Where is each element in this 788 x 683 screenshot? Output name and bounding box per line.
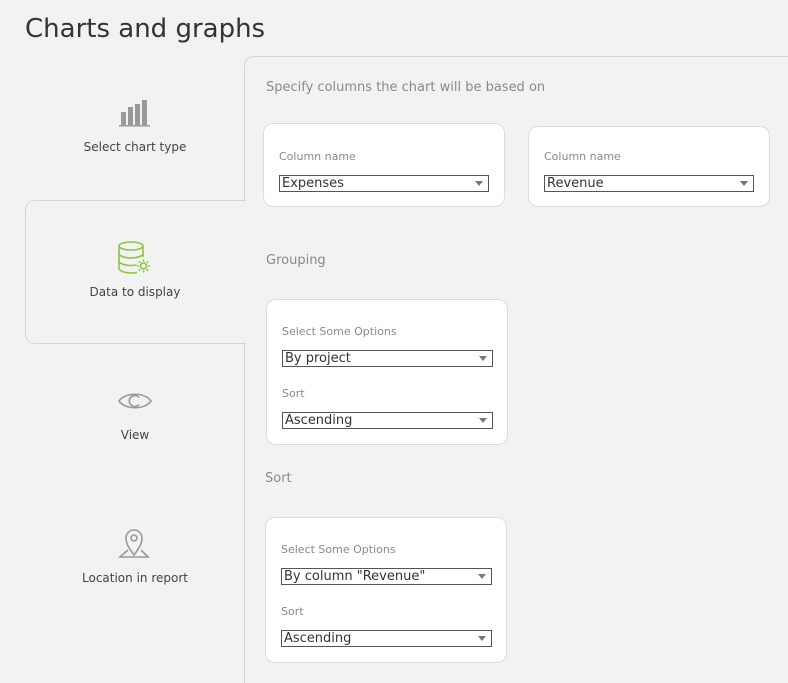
column-name-label: Column name [279,150,356,163]
step-label: Data to display [89,285,181,299]
columns-heading: Specify columns the chart will be based … [266,80,546,95]
sort-heading: Sort [265,471,292,486]
step-label: View [120,428,150,442]
grouping-sort-label: Sort [282,387,305,400]
column-select-revenue[interactable]: Revenue [544,175,754,192]
sort-options-label: Select Some Options [281,543,396,556]
step-location-in-report[interactable]: Location in report [25,527,245,585]
sort-card: Select Some Options By column "Revenue" … [265,517,507,663]
step-view[interactable]: View [25,386,245,442]
step-select-chart-type[interactable]: Select chart type [25,98,245,154]
column-name-label: Column name [544,150,621,163]
step-data-to-display[interactable]: Data to display [25,240,245,299]
select-value: Ascending [284,631,352,646]
chevron-down-icon [475,181,483,186]
grouping-options-label: Select Some Options [282,325,397,338]
column-card: Column name Expenses [263,123,505,207]
step-label: Location in report [82,571,188,585]
grouping-card: Select Some Options By project Sort Asce… [266,299,508,445]
sort-order-label: Sort [281,605,304,618]
bar-chart-icon [119,100,150,127]
step-label: Select chart type [83,140,187,154]
chevron-down-icon [479,418,487,423]
page-title: Charts and graphs [25,14,266,44]
chevron-down-icon [740,181,748,186]
select-value: Revenue [547,176,604,191]
sort-column-select[interactable]: By column "Revenue" [281,568,492,585]
grouping-select[interactable]: By project [282,350,493,367]
eye-icon [118,393,152,409]
select-value: By column "Revenue" [284,569,426,584]
database-settings-icon [118,241,150,274]
chevron-down-icon [479,356,487,361]
grouping-heading: Grouping [266,253,326,268]
sort-order-select[interactable]: Ascending [281,630,492,647]
chevron-down-icon [478,636,486,641]
select-value: Ascending [285,413,353,428]
grouping-sort-select[interactable]: Ascending [282,412,493,429]
column-select-expenses[interactable]: Expenses [279,175,489,192]
select-value: By project [285,351,351,366]
select-value: Expenses [282,176,344,191]
column-card: Column name Revenue [528,126,770,207]
map-pin-icon [117,529,150,558]
chevron-down-icon [478,574,486,579]
